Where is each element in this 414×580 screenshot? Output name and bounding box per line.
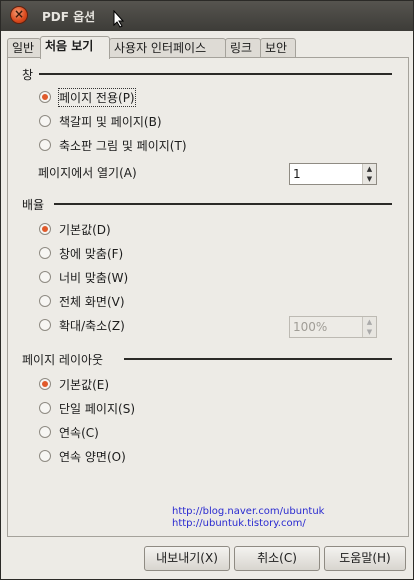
radio-button[interactable] [39, 402, 51, 414]
radio-label: 창에 맞춤(F) [59, 247, 124, 261]
radio-label: 전체 화면(V) [59, 295, 125, 309]
radio-button[interactable] [39, 91, 51, 103]
radio-label: 기본값(D) [59, 223, 111, 237]
radio-label: 연속 양면(O) [59, 450, 126, 464]
tab-strip: 일반 처음 보기 사용자 인터페이스 링크 보안 [7, 36, 407, 59]
tab-general[interactable]: 일반 [7, 38, 41, 57]
radio-label: 너비 맞춤(W) [59, 271, 129, 285]
section-divider [54, 203, 392, 205]
spinner-buttons[interactable]: ▲ ▼ [362, 317, 376, 337]
zoom-factor-spinner[interactable]: 100% ▲ ▼ [289, 316, 377, 338]
radio-button[interactable] [39, 426, 51, 438]
title-bar: × PDF 옵션 [1, 1, 413, 31]
radio-label: 단일 페이지(S) [59, 402, 135, 416]
radio-button[interactable] [39, 378, 51, 390]
radio-button[interactable] [39, 319, 51, 331]
radio-button[interactable] [39, 139, 51, 151]
watermark-links: http://blog.naver.com/ubuntuk http://ubu… [172, 506, 324, 530]
radio-label: 확대/축소(Z) [59, 319, 125, 333]
radio-button[interactable] [39, 247, 51, 259]
spin-down-icon[interactable]: ▼ [363, 174, 376, 184]
tab-links[interactable]: 링크 [225, 38, 261, 57]
tab-user-interface[interactable]: 사용자 인터페이스 [109, 38, 226, 57]
close-icon: × [13, 7, 25, 21]
spinner-buttons[interactable]: ▲ ▼ [362, 164, 376, 184]
mouse-pointer-icon [113, 10, 125, 28]
tab-initial-view[interactable]: 처음 보기 [40, 36, 110, 59]
spin-down-icon[interactable]: ▼ [363, 327, 376, 337]
radio-label: 페이지 전용(P) [58, 88, 136, 107]
close-button[interactable]: × [10, 6, 28, 24]
radio-label: 기본값(E) [59, 378, 110, 392]
spin-up-icon[interactable]: ▲ [363, 164, 376, 174]
window-title: PDF 옵션 [42, 10, 96, 24]
help-button[interactable]: 도움말(H) [324, 546, 406, 571]
tab-security[interactable]: 보안 [260, 38, 296, 57]
cancel-button[interactable]: 취소(C) [234, 546, 320, 571]
open-on-page-spinner[interactable]: 1 ▲ ▼ [289, 163, 377, 185]
radio-button[interactable] [39, 271, 51, 283]
watermark-link: http://ubuntuk.tistory.com/ [172, 518, 306, 529]
spinner-value: 1 [293, 167, 301, 181]
export-button[interactable]: 내보내기(X) [144, 546, 230, 571]
spin-up-icon[interactable]: ▲ [363, 317, 376, 327]
radio-button[interactable] [39, 223, 51, 235]
pdf-options-dialog: × PDF 옵션 일반 처음 보기 사용자 인터페이스 링크 보안 창 페이지 … [0, 0, 414, 580]
radio-button[interactable] [39, 295, 51, 307]
radio-label: 연속(C) [59, 426, 99, 440]
section-divider [124, 358, 392, 360]
radio-button[interactable] [39, 115, 51, 127]
section-divider [39, 73, 392, 75]
section-title-magnification: 배율 [22, 198, 45, 212]
watermark-link: http://blog.naver.com/ubuntuk [172, 506, 325, 517]
radio-button[interactable] [39, 450, 51, 462]
section-title-window: 창 [22, 68, 34, 82]
section-title-page-layout: 페이지 레이아웃 [22, 353, 104, 367]
radio-label: 축소판 그림 및 페이지(T) [59, 139, 187, 153]
open-on-page-label: 페이지에서 열기(A) [38, 166, 137, 180]
spinner-value: 100% [293, 320, 328, 334]
radio-label: 책갈피 및 페이지(B) [59, 115, 162, 129]
